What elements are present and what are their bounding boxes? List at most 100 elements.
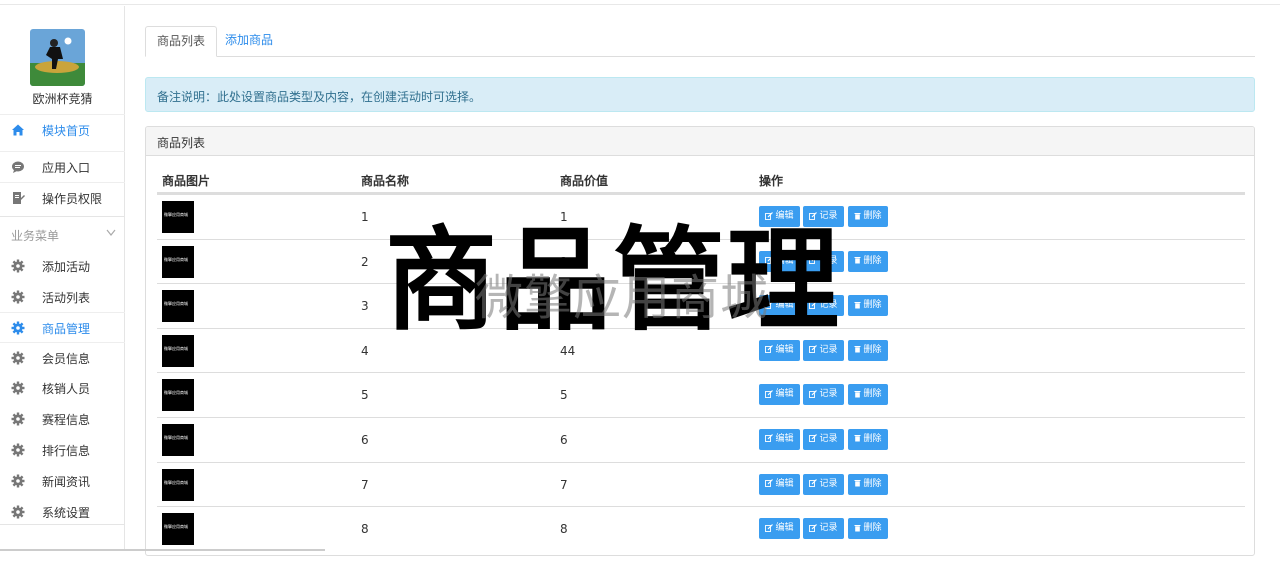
sidebar-item-label: 系统设置 [42,506,91,520]
button-label: 删除 [863,389,882,400]
record-button[interactable]: 记录 [803,428,844,450]
edit-button[interactable]: 编辑 [759,518,800,540]
sidebar-item-operator-permissions[interactable]: 操作员权限 [0,182,125,212]
sidebar-item-label: 添加活动 [42,260,91,274]
sidebar-item-goods-management[interactable]: 商品管理 [0,312,125,342]
gear-icon [11,259,25,273]
delete-button[interactable]: 删除 [848,295,888,317]
edit-button[interactable]: 编辑 [759,473,800,495]
edit-button[interactable]: 编辑 [759,206,800,227]
sidebar-item-label: 应用入口 [42,161,91,175]
goods-value: 3 [560,299,568,314]
edit-icon [765,256,775,266]
column-header: 商品图片 [162,174,211,188]
edit-icon [809,434,819,444]
edit-button[interactable]: 编辑 [759,295,800,317]
column-header: 操作 [759,174,784,188]
gear-icon [11,351,25,365]
goods-value: 2 [560,254,568,269]
edit-button[interactable]: 编辑 [759,428,800,450]
sidebar-item-home[interactable]: 模块首页 [0,114,125,144]
table-row: 微擎应用商城 3 3 编辑 记录 删除 [157,283,1245,328]
button-label: 删除 [863,255,882,266]
tab-bar: 商品列表 添加商品 [145,26,1255,57]
button-label: 删除 [863,433,882,444]
record-button[interactable]: 记录 [803,518,844,540]
info-alert: 备注说明：此处设置商品类型及内容，在创建活动时可选择。 [145,77,1255,112]
sidebar: 欧洲杯竞猜 模块首页 应用入口 操作员权限 业务菜单 添加活动 活动列表 商品管… [0,6,125,550]
edit-button[interactable]: 编辑 [759,250,800,272]
record-button[interactable]: 记录 [803,339,844,361]
table-header: 商品图片 商品名称 商品价值 操作 [157,156,1245,194]
menu-header-label: 业务菜单 [11,229,60,243]
delete-button[interactable]: 删除 [848,518,888,540]
business-menu-header[interactable]: 业务菜单 [0,216,125,249]
table-row: 微擎应用商城 1 1 编辑 记录 删除 [157,194,1245,239]
record-button[interactable]: 记录 [803,473,844,495]
button-label: 记录 [819,389,838,400]
edit-icon [765,345,775,355]
delete-button[interactable]: 删除 [848,428,888,450]
edit-icon [809,479,819,489]
button-label: 编辑 [775,211,794,221]
column-header: 商品价值 [560,174,609,188]
gear-icon [11,381,25,395]
goods-table: 商品图片 商品名称 商品价值 操作 微擎应用商城 1 1 编辑 记录 删除 微擎应用商城 2 2… [157,156,1245,551]
table-row: 微擎应用商城 5 5 编辑 记录 删除 [157,372,1245,417]
edit-icon [809,300,819,310]
button-label: 编辑 [775,433,794,444]
goods-thumbnail: 微擎应用商城 [162,468,194,501]
gear-icon [11,321,25,335]
delete-button[interactable]: 删除 [848,339,888,361]
sidebar-item-activity-list[interactable]: 活动列表 [0,282,125,312]
button-label: 编辑 [775,478,794,489]
record-button[interactable]: 记录 [803,295,844,317]
delete-button[interactable]: 删除 [848,206,888,227]
goods-name: 7 [361,477,369,492]
tab-goods-list[interactable]: 商品列表 [145,26,218,57]
record-button[interactable]: 记录 [803,250,844,272]
sidebar-item-app-entry[interactable]: 应用入口 [0,151,125,181]
button-label: 编辑 [775,389,794,400]
edit-icon [809,256,819,266]
goods-name: 6 [361,432,369,447]
sidebar-item-label: 会员信息 [42,352,91,366]
goods-value: 44 [560,343,576,358]
button-label: 删除 [863,478,882,489]
button-label: 记录 [819,300,838,311]
edit-icon [765,434,775,444]
table-row: 微擎应用商城 8 8 编辑 记录 删除 [157,506,1245,551]
sidebar-item-label: 操作员权限 [42,192,103,206]
record-button[interactable]: 记录 [803,206,844,227]
button-label: 编辑 [775,300,794,311]
delete-button[interactable]: 删除 [848,384,888,406]
edit-button[interactable]: 编辑 [759,384,800,406]
button-label: 记录 [819,255,838,266]
delete-button[interactable]: 删除 [848,250,888,272]
button-label: 删除 [863,300,882,311]
delete-button[interactable]: 删除 [848,473,888,495]
sidebar-item-system-settings[interactable]: 系统设置 [0,497,125,527]
goods-value: 8 [560,522,568,537]
tab-add-goods[interactable]: 添加商品 [214,26,284,57]
button-label: 删除 [863,523,882,534]
button-label: 删除 [863,344,882,355]
sidebar-item-add-activity[interactable]: 添加活动 [0,251,125,281]
goods-thumbnail: 微擎应用商城 [162,423,194,456]
button-label: 记录 [819,211,838,221]
sidebar-item-verification-staff[interactable]: 核销人员 [0,373,125,403]
horizontal-scrollbar[interactable] [0,549,325,551]
goods-value: 5 [560,388,568,403]
sidebar-item-member-info[interactable]: 会员信息 [0,342,125,372]
goods-list-panel: 商品列表 商品图片 商品名称 商品价值 操作 微擎应用商城 1 1 编辑 记录 删除 微擎应… [145,126,1255,556]
goods-thumbnail: 微擎应用商城 [162,513,194,546]
sidebar-item-news[interactable]: 新闻资讯 [0,466,125,496]
goods-thumbnail: 微擎应用商城 [162,290,194,323]
record-button[interactable]: 记录 [803,384,844,406]
sidebar-item-schedule-info[interactable]: 赛程信息 [0,404,125,434]
edit-button[interactable]: 编辑 [759,339,800,361]
goods-name: 2 [361,254,369,269]
sidebar-item-label: 核销人员 [42,382,91,396]
app-logo [30,29,85,86]
sidebar-item-ranking-info[interactable]: 排行信息 [0,435,125,465]
